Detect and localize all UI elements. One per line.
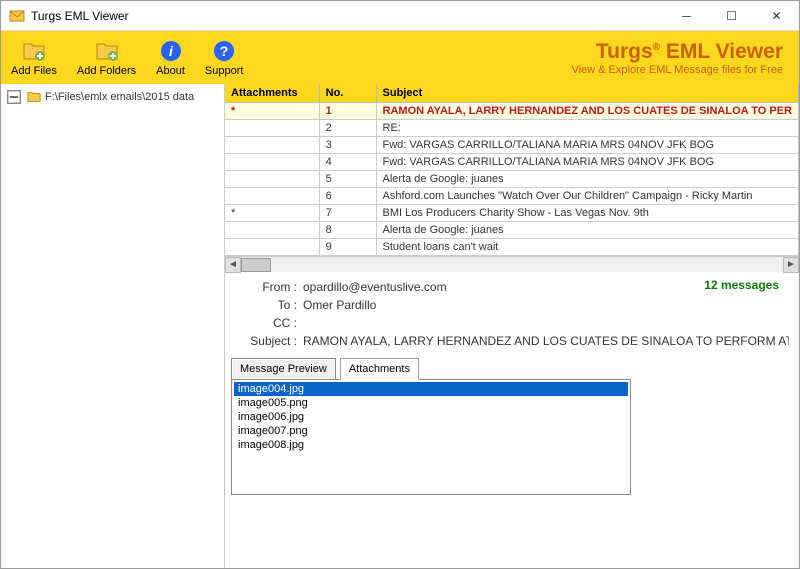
message-count: 12 messages bbox=[704, 278, 779, 292]
attachment-item[interactable]: image006.jpg bbox=[234, 410, 628, 424]
attachment-item[interactable]: image007.png bbox=[234, 424, 628, 438]
support-label: Support bbox=[205, 65, 244, 77]
tree-expand-icon bbox=[7, 90, 21, 104]
cell-subject: Alerta de Google: juanes bbox=[376, 222, 798, 239]
from-label: From : bbox=[235, 280, 303, 294]
svg-text:?: ? bbox=[220, 43, 229, 59]
scroll-track[interactable] bbox=[271, 257, 783, 273]
tree-path-label: F:\Files\emlx emails\2015 data bbox=[45, 91, 194, 103]
sidebar: F:\Files\emlx emails\2015 data bbox=[1, 84, 225, 568]
subject-label: Subject : bbox=[235, 334, 303, 348]
cell-attachment bbox=[225, 188, 319, 205]
table-row[interactable]: *7BMI Los Producers Charity Show - Las V… bbox=[225, 205, 799, 222]
cell-subject: Alerta de Google: juanes bbox=[376, 171, 798, 188]
table-row[interactable]: 8Alerta de Google: juanes bbox=[225, 222, 799, 239]
add-files-label: Add Files bbox=[11, 65, 57, 77]
tree-item[interactable]: F:\Files\emlx emails\2015 data bbox=[1, 88, 224, 106]
col-attachments[interactable]: Attachments bbox=[225, 84, 319, 103]
cell-attachment: * bbox=[225, 205, 319, 222]
cell-attachment bbox=[225, 154, 319, 171]
attachment-item[interactable]: image005.png bbox=[234, 396, 628, 410]
table-row[interactable]: 5Alerta de Google: juanes bbox=[225, 171, 799, 188]
table-row[interactable]: 6Ashford.com Launches "Watch Over Our Ch… bbox=[225, 188, 799, 205]
scroll-thumb[interactable] bbox=[241, 258, 271, 272]
cell-no: 6 bbox=[319, 188, 376, 205]
grid-hscroll[interactable]: ◄ ► bbox=[225, 256, 799, 272]
about-icon: i bbox=[159, 39, 183, 63]
cell-attachment: * bbox=[225, 103, 319, 120]
cell-subject: RAMON AYALA, LARRY HERNANDEZ AND LOS CUA… bbox=[376, 103, 798, 120]
maximize-button[interactable]: ☐ bbox=[709, 1, 754, 30]
tab-attachments[interactable]: Attachments bbox=[340, 358, 419, 380]
attachment-item[interactable]: image008.jpg bbox=[234, 438, 628, 452]
close-button[interactable]: ✕ bbox=[754, 1, 799, 30]
cell-subject: BMI Los Producers Charity Show - Las Veg… bbox=[376, 205, 798, 222]
brand-tagline: View & Explore EML Message files for Fre… bbox=[571, 64, 783, 76]
message-headers: 12 messages From :opardillo@eventuslive.… bbox=[225, 272, 799, 358]
email-grid: Attachments No. Subject *1RAMON AYALA, L… bbox=[225, 84, 799, 256]
support-button[interactable]: ? Support bbox=[195, 35, 254, 81]
cell-attachment bbox=[225, 120, 319, 137]
tab-message-preview[interactable]: Message Preview bbox=[231, 358, 336, 380]
cell-attachment bbox=[225, 137, 319, 154]
tabs: Message Preview Attachments bbox=[225, 358, 799, 380]
about-label: About bbox=[156, 65, 185, 77]
app-icon bbox=[9, 8, 25, 24]
folder-icon bbox=[27, 90, 41, 104]
scroll-left-icon[interactable]: ◄ bbox=[225, 257, 241, 273]
to-value: Omer Pardillo bbox=[303, 298, 789, 312]
cell-no: 2 bbox=[319, 120, 376, 137]
window-title: Turgs EML Viewer bbox=[31, 9, 664, 23]
cc-value bbox=[303, 316, 789, 330]
cell-attachment bbox=[225, 171, 319, 188]
cell-no: 9 bbox=[319, 239, 376, 256]
table-row[interactable]: 9Student loans can't wait bbox=[225, 239, 799, 256]
cell-no: 4 bbox=[319, 154, 376, 171]
attachments-panel: image004.jpgimage005.pngimage006.jpgimag… bbox=[231, 379, 631, 495]
add-files-icon bbox=[22, 39, 46, 63]
brand-title: Turgs® EML Viewer bbox=[571, 40, 783, 64]
add-files-button[interactable]: Add Files bbox=[1, 35, 67, 81]
minimize-button[interactable]: ─ bbox=[664, 1, 709, 30]
support-icon: ? bbox=[212, 39, 236, 63]
titlebar: Turgs EML Viewer ─ ☐ ✕ bbox=[1, 1, 799, 31]
subject-value: RAMON AYALA, LARRY HERNANDEZ AND LOS CUA… bbox=[303, 334, 789, 348]
cell-attachment bbox=[225, 222, 319, 239]
table-row[interactable]: 4Fwd: VARGAS CARRILLO/TALIANA MARIA MRS … bbox=[225, 154, 799, 171]
cell-subject: Ashford.com Launches "Watch Over Our Chi… bbox=[376, 188, 798, 205]
scroll-right-icon[interactable]: ► bbox=[783, 257, 799, 273]
cell-subject: Fwd: VARGAS CARRILLO/TALIANA MARIA MRS 0… bbox=[376, 154, 798, 171]
about-button[interactable]: i About bbox=[146, 35, 195, 81]
add-folders-button[interactable]: Add Folders bbox=[67, 35, 146, 81]
cell-subject: Fwd: VARGAS CARRILLO/TALIANA MARIA MRS 0… bbox=[376, 137, 798, 154]
add-folders-label: Add Folders bbox=[77, 65, 136, 77]
attachment-item[interactable]: image004.jpg bbox=[234, 382, 628, 396]
col-subject[interactable]: Subject bbox=[376, 84, 798, 103]
to-label: To : bbox=[235, 298, 303, 312]
cell-no: 5 bbox=[319, 171, 376, 188]
cell-no: 7 bbox=[319, 205, 376, 222]
cc-label: CC : bbox=[235, 316, 303, 330]
table-row[interactable]: 3Fwd: VARGAS CARRILLO/TALIANA MARIA MRS … bbox=[225, 137, 799, 154]
cell-no: 1 bbox=[319, 103, 376, 120]
toolbar: Add Files Add Folders i About ? Support … bbox=[1, 31, 799, 84]
brand: Turgs® EML Viewer View & Explore EML Mes… bbox=[571, 40, 799, 76]
cell-attachment bbox=[225, 239, 319, 256]
col-no[interactable]: No. bbox=[319, 84, 376, 103]
table-row[interactable]: 2RE: bbox=[225, 120, 799, 137]
cell-no: 8 bbox=[319, 222, 376, 239]
cell-subject: Student loans can't wait bbox=[376, 239, 798, 256]
table-row[interactable]: *1RAMON AYALA, LARRY HERNANDEZ AND LOS C… bbox=[225, 103, 799, 120]
content: Attachments No. Subject *1RAMON AYALA, L… bbox=[225, 84, 799, 568]
cell-no: 3 bbox=[319, 137, 376, 154]
cell-subject: RE: bbox=[376, 120, 798, 137]
add-folders-icon bbox=[95, 39, 119, 63]
